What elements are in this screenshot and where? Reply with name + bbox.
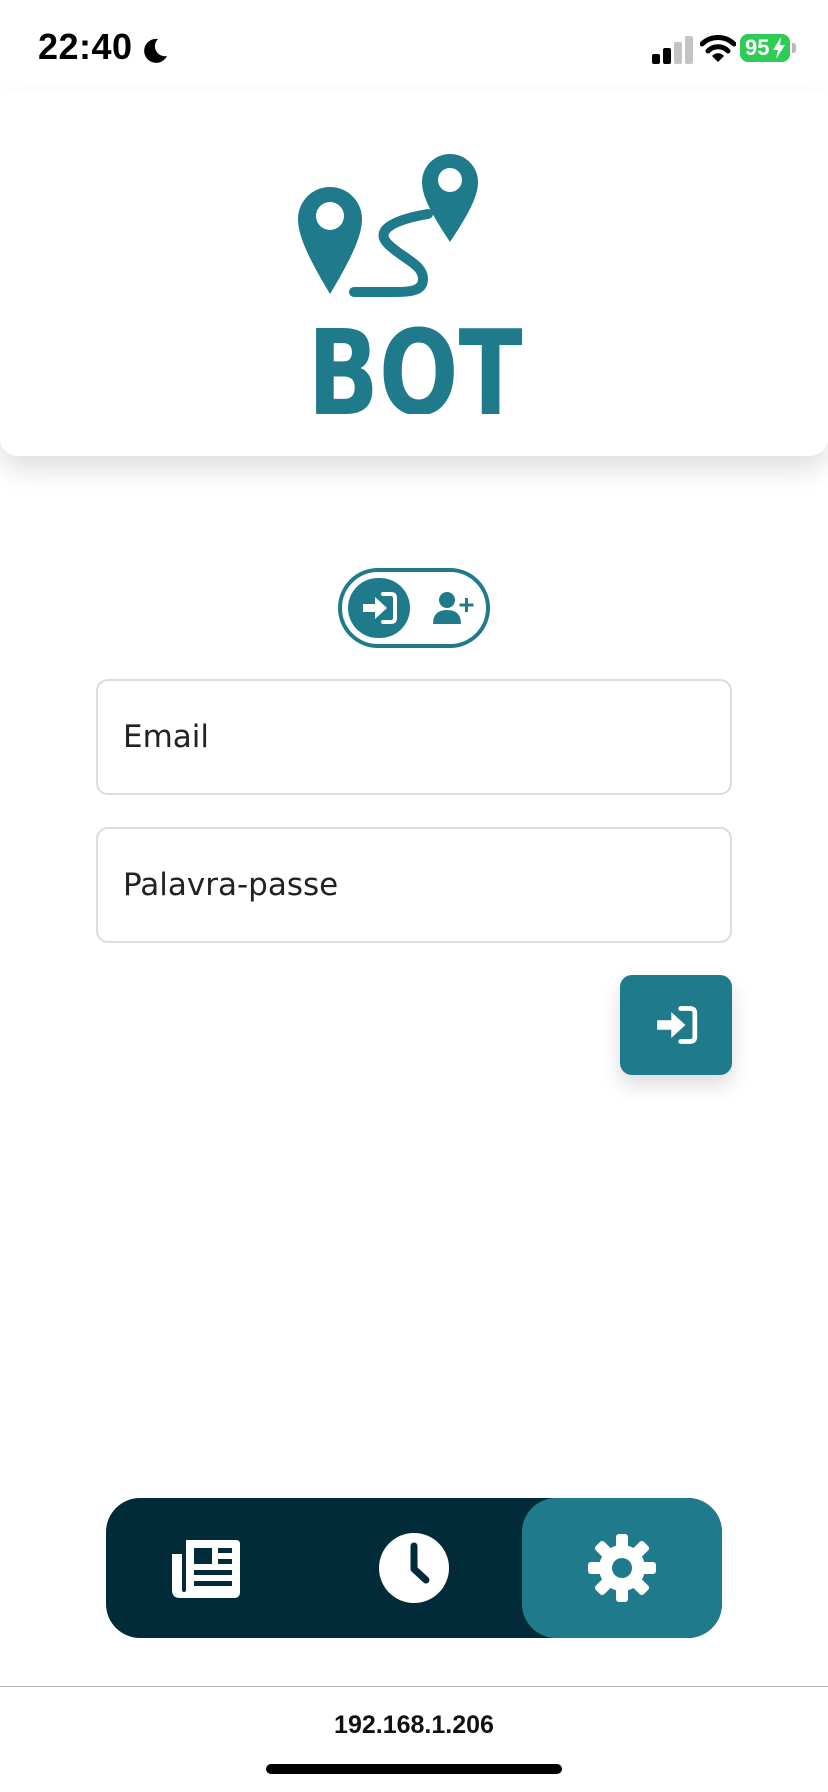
sign-in-icon bbox=[657, 1006, 698, 1044]
server-address: 192.168.1.206 bbox=[334, 1711, 494, 1739]
nav-item-history[interactable] bbox=[314, 1498, 514, 1638]
status-bar: 22:40 95 bbox=[0, 0, 828, 100]
footer-divider bbox=[0, 1686, 828, 1687]
charging-bolt-icon bbox=[773, 37, 785, 59]
logo-text: BOT bbox=[308, 304, 523, 414]
password-field[interactable] bbox=[96, 827, 732, 943]
login-submit-button[interactable] bbox=[620, 975, 732, 1075]
bot-logo: BOT bbox=[298, 154, 523, 414]
gear-icon bbox=[588, 1534, 656, 1602]
toggle-register-option[interactable] bbox=[424, 578, 484, 638]
email-field[interactable] bbox=[96, 679, 732, 795]
battery-nub bbox=[792, 43, 796, 53]
auth-mode-toggle bbox=[338, 568, 490, 648]
status-time: 22:40 bbox=[38, 26, 133, 67]
wifi-icon bbox=[700, 35, 736, 62]
add-user-icon bbox=[433, 592, 474, 624]
header-card: BOT bbox=[0, 90, 828, 456]
login-screen: 22:40 95 BOT Email 192.168.1.206 bbox=[0, 0, 828, 1792]
sign-in-icon bbox=[363, 592, 397, 624]
newspaper-icon bbox=[172, 1540, 240, 1598]
home-indicator[interactable] bbox=[266, 1764, 562, 1774]
nav-item-news[interactable] bbox=[106, 1498, 306, 1638]
nav-item-settings[interactable] bbox=[522, 1498, 722, 1638]
battery-level: 95 bbox=[745, 35, 770, 60]
cellular-signal-icon bbox=[652, 36, 693, 64]
clock-icon bbox=[379, 1533, 449, 1603]
bottom-navigation bbox=[106, 1498, 722, 1638]
toggle-login-option[interactable] bbox=[348, 578, 410, 638]
moon-icon bbox=[144, 38, 167, 63]
